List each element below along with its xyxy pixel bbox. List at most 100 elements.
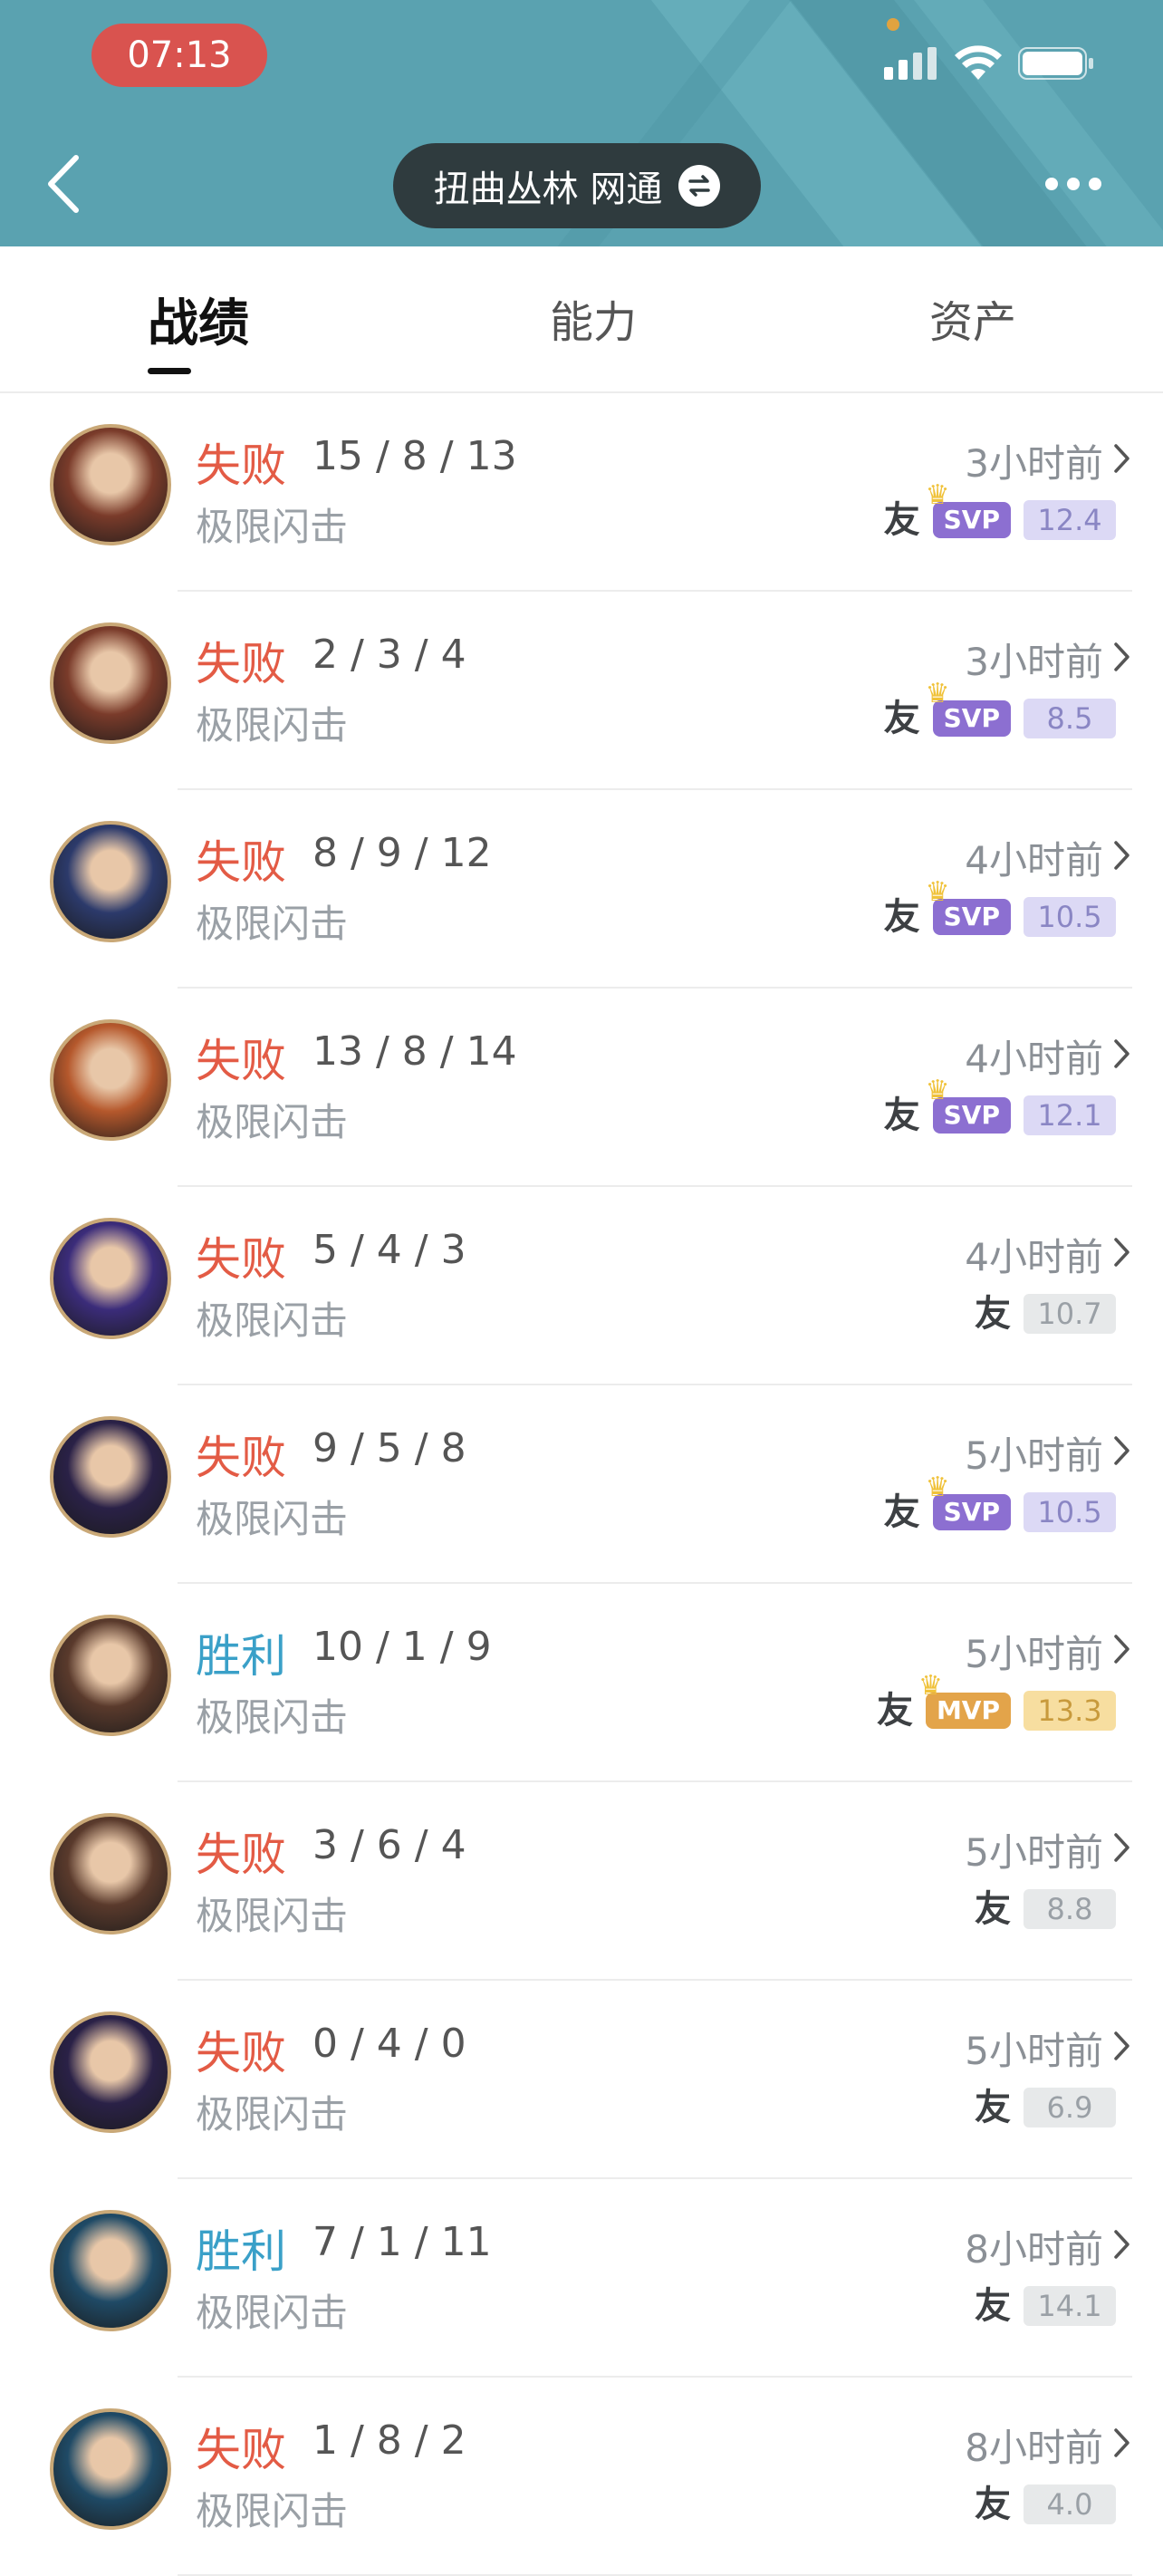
kda-value: 10 / 1 / 9 [312, 1624, 492, 1670]
game-mode: 极限闪击 [196, 2092, 349, 2137]
match-row[interactable]: 失败 3 / 6 / 4 极限闪击 5小时前 友 8.8 [0, 1782, 1163, 1981]
match-time: 4小时前 [965, 838, 1103, 883]
match-badges: 友 ♛ SVP 12.4 [883, 482, 1116, 542]
champion-avatar [50, 1019, 171, 1141]
match-result: 失败 [196, 2424, 286, 2476]
chevron-right-icon [1114, 2230, 1129, 2259]
match-time: 5小时前 [965, 2029, 1103, 2073]
match-time: 8小时前 [965, 2227, 1103, 2272]
match-badges: 友 4.0 [975, 2483, 1116, 2526]
match-score: 8.8 [1024, 1889, 1116, 1929]
match-score: 4.0 [1024, 2484, 1116, 2524]
kda-value: 15 / 8 / 13 [312, 433, 517, 479]
champion-avatar [50, 2012, 171, 2133]
match-badges: 友 ♛ MVP 13.3 [876, 1673, 1116, 1732]
tab-match-history[interactable]: 战绩 [148, 283, 249, 356]
kda-value: 0 / 4 / 0 [312, 2021, 466, 2067]
champion-avatar [50, 2210, 171, 2331]
more-options-icon[interactable] [1045, 170, 1109, 198]
svp-badge: ♛ SVP [926, 879, 1011, 935]
game-mode: 极限闪击 [196, 1497, 349, 1541]
chevron-right-icon [1114, 841, 1129, 870]
match-row[interactable]: 失败 13 / 8 / 14 极限闪击 4小时前 友 ♛ SVP 12.1 [0, 989, 1163, 1187]
match-row[interactable]: 失败 8 / 9 / 12 极限闪击 4小时前 友 ♛ SVP 10.5 [0, 790, 1163, 989]
chevron-right-icon [1114, 1039, 1129, 1068]
match-row[interactable]: 胜利 7 / 1 / 11 极限闪击 8小时前 友 14.1 [0, 2179, 1163, 2378]
match-row[interactable]: 失败 9 / 5 / 8 极限闪击 5小时前 友 ♛ SVP 10.5 [0, 1385, 1163, 1584]
match-row[interactable]: 失败 1 / 8 / 2 极限闪击 8小时前 友 4.0 [0, 2378, 1163, 2576]
match-row[interactable]: 失败 0 / 4 / 0 极限闪击 5小时前 友 6.9 [0, 1981, 1163, 2179]
game-mode: 极限闪击 [196, 902, 349, 946]
friend-icon: 友 [883, 1095, 920, 1136]
medal-label: SVP [943, 1497, 1000, 1527]
swap-icon [678, 165, 721, 207]
kda-value: 13 / 8 / 14 [312, 1028, 517, 1075]
match-row[interactable]: 失败 5 / 4 / 3 极限闪击 4小时前 友 10.7 [0, 1187, 1163, 1385]
friend-icon: 友 [876, 1690, 913, 1732]
chevron-right-icon [1114, 1833, 1129, 1862]
game-mode: 极限闪击 [196, 1894, 349, 1938]
match-score: 10.5 [1024, 897, 1116, 937]
match-row[interactable]: 胜利 10 / 1 / 9 极限闪击 5小时前 友 ♛ MVP 13.3 [0, 1584, 1163, 1782]
kda-value: 1 / 8 / 2 [312, 2417, 466, 2464]
game-mode: 极限闪击 [196, 703, 349, 748]
match-badges: 友 ♛ SVP 12.1 [883, 1077, 1116, 1137]
server-switcher[interactable]: 扭曲丛林 网通 [393, 143, 761, 228]
friend-icon: 友 [975, 2087, 1011, 2128]
back-arrow-icon[interactable] [42, 152, 87, 216]
friend-icon: 友 [975, 1293, 1011, 1335]
kda-value: 2 / 3 / 4 [312, 632, 466, 678]
svp-badge: ♛ SVP [926, 1077, 1011, 1134]
match-time: 4小时前 [965, 1235, 1103, 1279]
wifi-icon [955, 45, 1002, 80]
match-score: 14.1 [1024, 2286, 1116, 2326]
champion-avatar [50, 2408, 171, 2530]
match-result: 失败 [196, 1035, 286, 1087]
game-mode: 极限闪击 [196, 505, 349, 549]
match-badges: 友 ♛ SVP 10.5 [884, 1474, 1116, 1534]
match-result: 失败 [196, 638, 286, 690]
friend-icon: 友 [975, 2285, 1011, 2327]
game-mode: 极限闪击 [196, 2489, 349, 2533]
kda-value: 3 / 6 / 4 [312, 1822, 466, 1868]
match-score: 10.7 [1024, 1294, 1116, 1334]
match-row[interactable]: 失败 15 / 8 / 13 极限闪击 3小时前 友 ♛ SVP 12.4 [0, 393, 1163, 592]
kda-value: 5 / 4 / 3 [312, 1227, 466, 1273]
friend-icon: 友 [883, 896, 920, 938]
medal-label: SVP [943, 1100, 1000, 1130]
match-badges: 友 6.9 [975, 2086, 1116, 2129]
match-result: 失败 [196, 1432, 286, 1484]
match-badges: 友 ♛ SVP 8.5 [883, 680, 1116, 740]
match-row[interactable]: 失败 2 / 3 / 4 极限闪击 3小时前 友 ♛ SVP 8.5 [0, 592, 1163, 790]
tab-assets[interactable]: 资产 [929, 286, 1016, 350]
match-score: 12.4 [1024, 500, 1116, 540]
chevron-right-icon [1114, 2428, 1129, 2457]
app-header: 07:13 扭曲丛林 网通 [0, 0, 1163, 246]
match-badges: 友 8.8 [975, 1887, 1116, 1931]
champion-avatar [50, 1218, 171, 1339]
crown-icon: ♛ [925, 1471, 950, 1503]
friend-icon: 友 [883, 499, 920, 541]
friend-icon: 友 [883, 698, 920, 739]
crown-icon: ♛ [925, 678, 950, 709]
match-score: 12.1 [1024, 1095, 1116, 1135]
medal-label: SVP [943, 703, 1000, 733]
match-result: 失败 [196, 1828, 286, 1881]
match-result: 失败 [196, 836, 286, 889]
match-time: 3小时前 [965, 441, 1103, 486]
game-mode: 极限闪击 [196, 1100, 349, 1144]
friend-icon: 友 [975, 2484, 1011, 2525]
match-result: 胜利 [196, 2225, 286, 2278]
match-score: 8.5 [1024, 699, 1116, 738]
friend-icon: 友 [975, 1888, 1011, 1930]
match-badges: 友 ♛ SVP 10.5 [883, 879, 1116, 939]
chevron-right-icon [1114, 1238, 1129, 1267]
match-list: 失败 15 / 8 / 13 极限闪击 3小时前 友 ♛ SVP 12.4 失败… [0, 393, 1163, 2576]
chevron-right-icon [1114, 444, 1129, 473]
tab-abilities[interactable]: 能力 [550, 286, 637, 350]
match-time: 4小时前 [965, 1037, 1103, 1081]
champion-avatar [50, 1813, 171, 1934]
match-time: 3小时前 [965, 640, 1103, 684]
kda-value: 7 / 1 / 11 [312, 2219, 492, 2265]
status-time: 07:13 [91, 24, 267, 87]
